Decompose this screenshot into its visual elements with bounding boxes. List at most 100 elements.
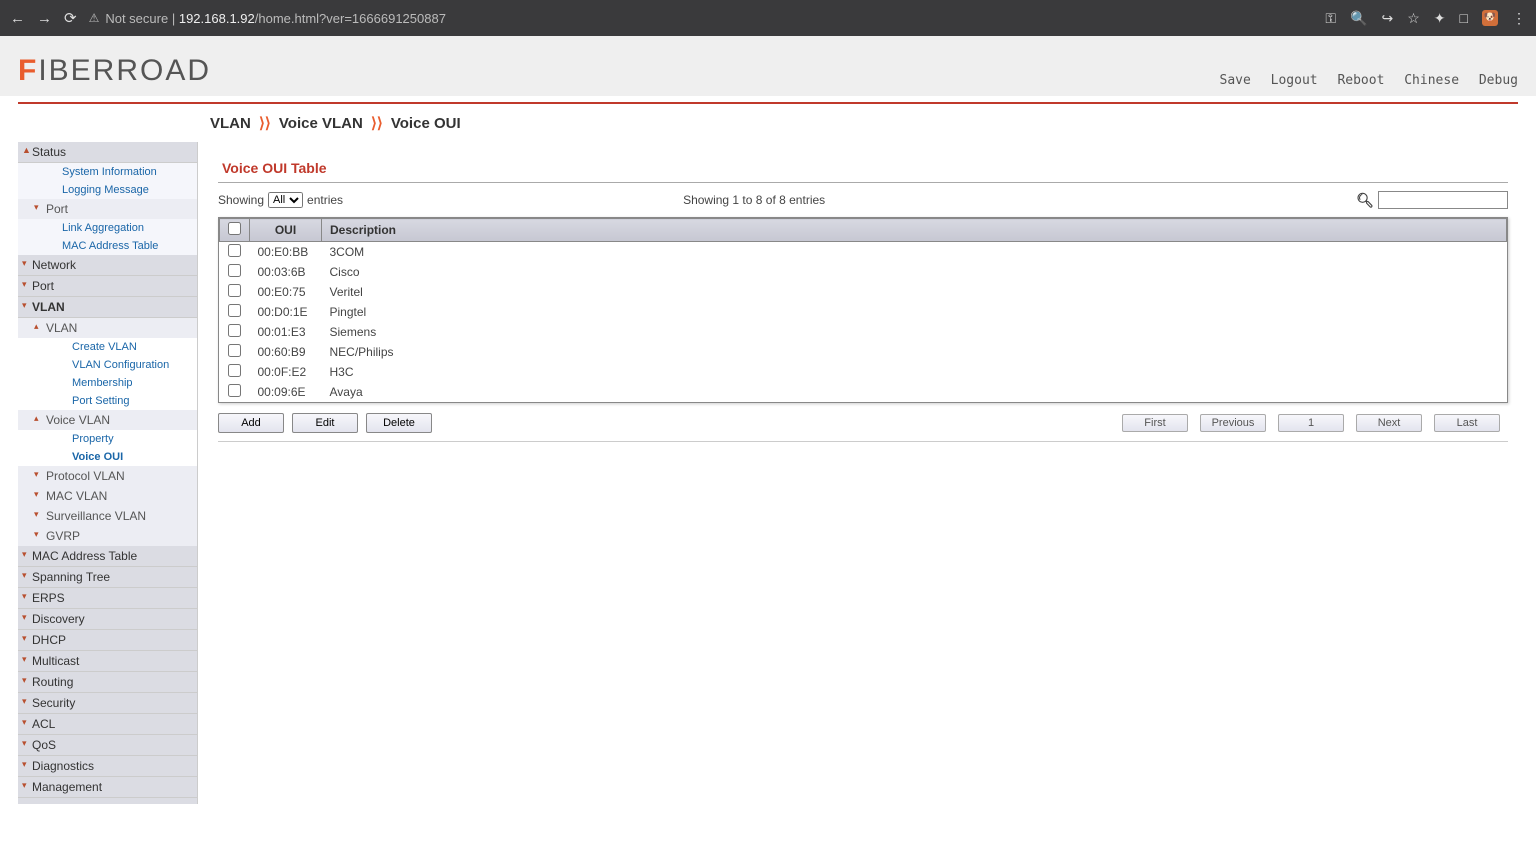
table-row[interactable]: 00:0F:E2H3C <box>220 362 1507 382</box>
row-checkbox[interactable] <box>228 344 241 357</box>
sidebar-item-surveillance-vlan[interactable]: ▾Surveillance VLAN <box>18 506 197 526</box>
sidebar-item-gvrp[interactable]: ▾GVRP <box>18 526 197 546</box>
breadcrumb-voice-oui[interactable]: Voice OUI <box>391 115 461 132</box>
menu-icon[interactable]: ⋮ <box>1512 10 1526 27</box>
sidebar-item-routing[interactable]: ▾Routing <box>18 672 197 693</box>
table-row[interactable]: 00:01:E3Siemens <box>220 322 1507 342</box>
sidebar-item-link-aggregation[interactable]: Link Aggregation <box>18 219 197 237</box>
sidebar-item-voice-vlan[interactable]: ▴Voice VLAN <box>18 410 197 430</box>
extension-badge-icon[interactable]: 🐶 <box>1482 10 1498 26</box>
row-checkbox[interactable] <box>228 324 241 337</box>
logout-link[interactable]: Logout <box>1271 73 1318 88</box>
back-icon[interactable]: ← <box>10 10 25 27</box>
oui-table: OUI Description 00:E0:BB3COM00:03:6BCisc… <box>219 218 1507 402</box>
sidebar-item-dhcp[interactable]: ▾DHCP <box>18 630 197 651</box>
cell-description: H3C <box>322 362 1507 382</box>
share-icon[interactable]: ↪ <box>1382 10 1394 27</box>
table-row[interactable]: 00:D0:1EPingtel <box>220 302 1507 322</box>
table-row[interactable]: 00:09:6EAvaya <box>220 382 1507 402</box>
cell-description: Avaya <box>322 382 1507 402</box>
column-description[interactable]: Description <box>322 219 1507 242</box>
sidebar-item-mac-vlan[interactable]: ▾MAC VLAN <box>18 486 197 506</box>
sidebar-item-multicast[interactable]: ▾Multicast <box>18 651 197 672</box>
pager-page-1[interactable]: 1 <box>1278 414 1344 432</box>
sidebar-item-erps[interactable]: ▾ERPS <box>18 588 197 609</box>
row-checkbox[interactable] <box>228 304 241 317</box>
select-all-header[interactable] <box>220 219 250 242</box>
pager-last[interactable]: Last <box>1434 414 1500 432</box>
main-content: Voice OUI Table Showing All entries Show… <box>198 142 1518 804</box>
debug-link[interactable]: Debug <box>1479 73 1518 88</box>
cell-description: Siemens <box>322 322 1507 342</box>
row-checkbox[interactable] <box>228 284 241 297</box>
sidebar-item-status[interactable]: ▲Status <box>18 142 197 163</box>
reload-icon[interactable]: ⟳ <box>64 9 77 27</box>
save-link[interactable]: Save <box>1220 73 1251 88</box>
sidebar-item-management[interactable]: ▾Management <box>18 777 197 798</box>
row-checkbox[interactable] <box>228 244 241 257</box>
cell-oui: 00:0F:E2 <box>250 362 322 382</box>
breadcrumb-voice-vlan[interactable]: Voice VLAN <box>279 115 363 132</box>
cell-description: 3COM <box>322 242 1507 263</box>
not-secure-label: Not secure <box>105 11 168 26</box>
row-checkbox[interactable] <box>228 264 241 277</box>
column-oui[interactable]: OUI <box>250 219 322 242</box>
sidebar-item-protocol-vlan[interactable]: ▾Protocol VLAN <box>18 466 197 486</box>
breadcrumb-vlan[interactable]: VLAN <box>210 115 251 132</box>
zoom-icon[interactable]: 🔍 <box>1350 10 1367 27</box>
showing-range: Showing 1 to 8 of 8 entries <box>683 193 825 207</box>
entries-select[interactable]: All <box>268 192 303 208</box>
table-row[interactable]: 00:E0:75Veritel <box>220 282 1507 302</box>
sidebar-item-security[interactable]: ▾Security <box>18 693 197 714</box>
window-icon[interactable]: □ <box>1460 10 1468 26</box>
sidebar-item-port-top[interactable]: ▾Port <box>18 276 197 297</box>
sidebar-item-spanning-tree[interactable]: ▾Spanning Tree <box>18 567 197 588</box>
sidebar-item-vlan[interactable]: ▾VLAN <box>18 297 197 318</box>
cell-description: Veritel <box>322 282 1507 302</box>
edit-button[interactable]: Edit <box>292 413 358 433</box>
sidebar-item-vlan-configuration[interactable]: VLAN Configuration <box>18 356 197 374</box>
sidebar-item-logging-message[interactable]: Logging Message <box>18 181 197 199</box>
extensions-icon[interactable]: ✦ <box>1434 10 1446 27</box>
sidebar-item-vlan-sub[interactable]: ▴VLAN <box>18 318 197 338</box>
table-row[interactable]: 00:60:B9NEC/Philips <box>220 342 1507 362</box>
sidebar-item-port[interactable]: ▾Port <box>18 199 197 219</box>
sidebar-item-create-vlan[interactable]: Create VLAN <box>18 338 197 356</box>
search-input[interactable] <box>1378 191 1508 209</box>
sidebar-item-system-information[interactable]: System Information <box>18 163 197 181</box>
forward-icon[interactable]: → <box>37 10 52 27</box>
sidebar-item-membership[interactable]: Membership <box>18 374 197 392</box>
password-key-icon[interactable]: ⚿ <box>1325 10 1336 27</box>
sidebar-item-acl[interactable]: ▾ACL <box>18 714 197 735</box>
sidebar-item-discovery[interactable]: ▾Discovery <box>18 609 197 630</box>
sidebar-item-port-setting[interactable]: Port Setting <box>18 392 197 410</box>
pager-previous[interactable]: Previous <box>1200 414 1266 432</box>
select-all-checkbox[interactable] <box>228 222 241 235</box>
sidebar-item-mac-address-table-sub[interactable]: MAC Address Table <box>18 237 197 255</box>
sidebar-item-mac-address-table[interactable]: ▾MAC Address Table <box>18 546 197 567</box>
sidebar-item-voice-oui[interactable]: Voice OUI <box>18 448 197 466</box>
table-row[interactable]: 00:03:6BCisco <box>220 262 1507 282</box>
cell-description: NEC/Philips <box>322 342 1507 362</box>
row-checkbox[interactable] <box>228 384 241 397</box>
cell-oui: 00:60:B9 <box>250 342 322 362</box>
sidebar-item-diagnostics[interactable]: ▾Diagnostics <box>18 756 197 777</box>
sidebar-item-qos[interactable]: ▾QoS <box>18 735 197 756</box>
section-title: Voice OUI Table <box>218 152 1508 183</box>
showing-label-pre: Showing <box>218 193 264 207</box>
table-row[interactable]: 00:E0:BB3COM <box>220 242 1507 263</box>
sidebar-item-network[interactable]: ▾Network <box>18 255 197 276</box>
search-icon: 🔍︎ <box>1356 192 1374 209</box>
add-button[interactable]: Add <box>218 413 284 433</box>
address-bar[interactable]: Not secure | 192.168.1.92/home.html?ver=… <box>105 11 446 26</box>
delete-button[interactable]: Delete <box>366 413 432 433</box>
star-icon[interactable]: ☆ <box>1407 10 1420 27</box>
chinese-link[interactable]: Chinese <box>1404 73 1459 88</box>
sidebar-item-property[interactable]: Property <box>18 430 197 448</box>
pager-first[interactable]: First <box>1122 414 1188 432</box>
reboot-link[interactable]: Reboot <box>1337 73 1384 88</box>
row-checkbox[interactable] <box>228 364 241 377</box>
not-secure-icon: ⚠ <box>89 11 100 25</box>
cell-oui: 00:D0:1E <box>250 302 322 322</box>
pager-next[interactable]: Next <box>1356 414 1422 432</box>
